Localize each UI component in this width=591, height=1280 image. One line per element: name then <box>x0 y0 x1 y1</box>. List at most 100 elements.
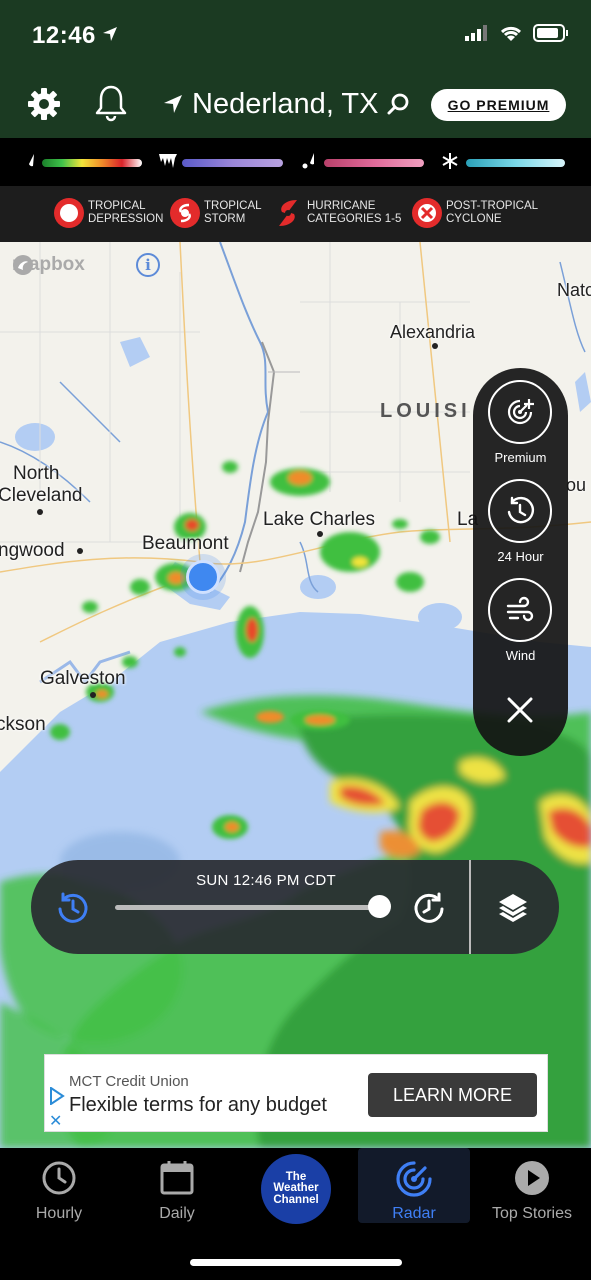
precip-legend <box>0 138 591 186</box>
city-label: North <box>13 463 60 484</box>
home-indicator <box>190 1259 402 1266</box>
tab-label: Top Stories <box>491 1205 573 1222</box>
timeline-divider <box>469 860 471 954</box>
legend-label: DEPRESSION <box>88 213 164 225</box>
app-header: 12:46 Nederland, TX GO PREMIUM <box>0 0 591 138</box>
city-label: Cleveland <box>0 485 83 506</box>
future-forecast-icon[interactable] <box>411 890 447 926</box>
ad-close-icon[interactable]: ✕ <box>49 1111 62 1131</box>
premium-layer-label: Premium <box>494 450 547 465</box>
tab-daily[interactable]: Daily <box>137 1148 217 1226</box>
mix-icon <box>302 153 314 169</box>
city-dot <box>317 531 323 537</box>
tab-hourly[interactable]: Hourly <box>17 1148 101 1226</box>
mapbox-logo: mapbox <box>12 254 85 276</box>
twc-logo-button[interactable]: The Weather Channel <box>261 1154 331 1224</box>
notifications-bell-icon[interactable] <box>94 84 128 122</box>
snowflake-icon <box>442 153 458 169</box>
timeline-time-label: SUN 12:46 PM CDT <box>196 872 336 889</box>
legend-label: TROPICAL <box>204 200 262 212</box>
ad-learn-more-button[interactable]: LEARN MORE <box>368 1073 537 1117</box>
location-arrow-icon <box>164 95 182 113</box>
settings-gear-icon[interactable] <box>26 86 62 122</box>
radar-plus-icon <box>507 399 534 425</box>
info-icon[interactable]: i <box>136 253 160 277</box>
wind-icon <box>506 596 534 622</box>
rain-gradient <box>42 159 142 167</box>
snow-gradient <box>466 159 565 167</box>
city-dot <box>90 692 96 698</box>
city-label: Beaumont <box>142 533 229 554</box>
legend-label: CYCLONE <box>446 213 502 225</box>
play-icon <box>515 1161 549 1195</box>
close-icon[interactable] <box>504 694 536 726</box>
legend-label: TROPICAL <box>88 200 146 212</box>
city-label: Galveston <box>40 668 126 689</box>
clock-icon <box>42 1161 76 1195</box>
cellular-signal-icon <box>465 25 487 41</box>
tab-label: Radar <box>392 1205 436 1222</box>
history-rewind-icon[interactable] <box>55 890 91 926</box>
premium-layer-button[interactable] <box>488 380 552 444</box>
search-icon[interactable] <box>386 92 410 116</box>
tropical-legend: TROPICAL DEPRESSION TROPICAL STORM HURRICA… <box>0 186 591 242</box>
legend-tropical-storm: TROPICAL STORM <box>170 198 262 228</box>
legend-label: STORM <box>204 213 246 225</box>
legend-label: POST-TROPICAL <box>446 200 539 212</box>
ad-choices-icon[interactable] <box>49 1087 65 1105</box>
location-services-icon <box>103 27 117 41</box>
calendar-icon <box>160 1161 194 1195</box>
layer-panel: Premium 24 Hour Wind <box>473 368 568 756</box>
state-label: LOUISI <box>380 400 471 422</box>
legend-post-tropical: POST-TROPICAL CYCLONE <box>412 198 538 228</box>
location-selector[interactable]: Nederland, TX <box>162 86 410 122</box>
go-premium-button[interactable]: GO PREMIUM <box>431 89 566 121</box>
tropical-depression-icon <box>54 198 84 228</box>
tropical-storm-icon <box>170 198 200 228</box>
city-label: ckson <box>0 714 46 735</box>
post-tropical-icon <box>412 198 442 228</box>
hurricane-icon <box>273 198 303 228</box>
history-24h-button[interactable] <box>488 479 552 543</box>
legend-label: HURRICANE <box>307 200 376 212</box>
mapbox-mark-icon <box>13 255 33 275</box>
city-dot <box>77 548 83 554</box>
timeline-slider-track[interactable] <box>115 905 385 910</box>
ice-gradient <box>182 159 283 167</box>
history-24h-icon <box>507 496 535 524</box>
wind-layer-label: Wind <box>505 648 536 663</box>
city-dot <box>37 509 43 515</box>
city-label: ngwood <box>0 540 65 561</box>
ad-advertiser: MCT Credit Union <box>69 1073 189 1090</box>
city-label: ou <box>566 475 587 495</box>
icicle-icon <box>159 154 177 168</box>
location-name: Nederland, TX <box>192 87 379 120</box>
legend-tropical-depression: TROPICAL DEPRESSION <box>54 198 163 228</box>
legend-hurricane: HURRICANE CATEGORIES 1-5 <box>273 198 401 228</box>
status-time: 12:46 <box>32 22 96 49</box>
tab-radar[interactable]: Radar <box>358 1148 470 1223</box>
status-icons <box>465 24 569 42</box>
city-dot <box>432 343 438 349</box>
city-label: Natc <box>557 280 591 300</box>
layers-icon[interactable] <box>495 890 531 926</box>
current-location-marker[interactable] <box>186 560 220 594</box>
tab-label: Daily <box>159 1205 195 1222</box>
ad-headline: Flexible terms for any budget <box>69 1094 327 1116</box>
battery-icon <box>533 24 568 42</box>
mix-gradient <box>324 159 424 167</box>
ad-banner[interactable]: ✕ MCT Credit Union Flexible terms for an… <box>44 1054 548 1132</box>
timeline-slider-knob[interactable] <box>368 895 392 918</box>
city-label: Alexandria <box>390 322 476 342</box>
wind-layer-button[interactable] <box>488 578 552 642</box>
raindrop-icon <box>29 154 34 167</box>
legend-label: CATEGORIES 1-5 <box>307 213 402 225</box>
wifi-icon <box>500 26 522 41</box>
city-label: Lake Charles <box>263 509 375 530</box>
radar-icon <box>396 1161 432 1197</box>
history-24h-label: 24 Hour <box>497 549 544 564</box>
tab-top-stories[interactable]: Top Stories <box>486 1148 578 1226</box>
radar-timeline: SUN 12:46 PM CDT <box>31 860 559 954</box>
twc-logo-text: Channel <box>273 1193 319 1206</box>
tab-label: Hourly <box>35 1205 83 1222</box>
